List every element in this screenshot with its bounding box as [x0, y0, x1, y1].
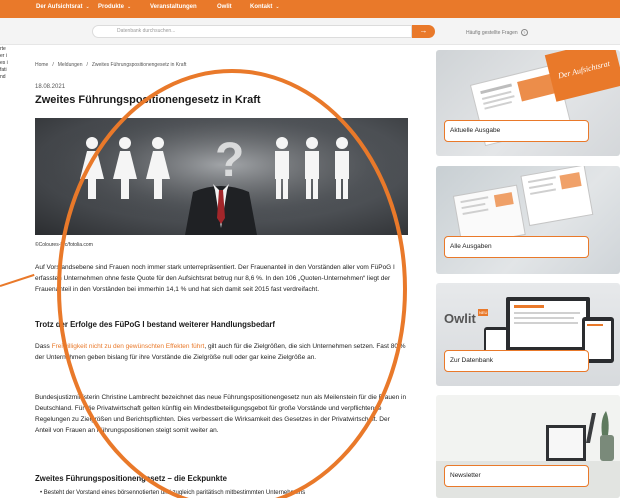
- new-badge: NEU: [479, 310, 488, 315]
- search-bar: Datenbank durchsuchen... → Häufig gestel…: [0, 18, 620, 45]
- fragment-text: er i: [0, 53, 7, 59]
- breadcrumb-meldungen[interactable]: Meldungen: [58, 62, 83, 68]
- breadcrumb-current: Zweites Führungspositionengesetz in Kraf…: [91, 62, 187, 68]
- annotation-pointer-line: [0, 273, 35, 287]
- card-label: Zur Datenbank: [444, 350, 589, 372]
- card-all-issues[interactable]: Alle Ausgaben: [436, 166, 620, 274]
- faq-link[interactable]: Häufig gestellte Fragen?: [466, 29, 528, 36]
- breadcrumb-separator: /: [86, 62, 88, 68]
- card-label: Alle Ausgaben: [444, 236, 589, 258]
- article-date: 18.08.2021: [35, 84, 66, 90]
- nav-item-der-aufsichtsrat[interactable]: Der Aufsichtsrat ⌄: [36, 4, 90, 10]
- fragment-text: fati: [0, 67, 7, 73]
- chevron-down-icon: ⌄: [275, 4, 280, 10]
- search-input[interactable]: Datenbank durchsuchen...: [92, 25, 412, 38]
- fragment-text: nd: [0, 74, 6, 80]
- question-circle-icon: ?: [520, 29, 528, 36]
- top-navigation: Der Aufsichtsrat ⌄ Produkte ⌄ Veranstaltun…: [0, 0, 620, 18]
- card-database[interactable]: Owlit NEU Zur Datenbank: [436, 283, 620, 386]
- chevron-down-icon: ⌄: [127, 4, 132, 10]
- nav-item-veranstaltungen[interactable]: Veranstaltungen: [150, 4, 197, 10]
- left-column-fragment: rte er i es i fati nd: [0, 46, 14, 81]
- nav-item-produkte[interactable]: Produkte ⌄: [98, 4, 131, 10]
- chevron-down-icon: ⌄: [85, 4, 90, 10]
- card-current-issue[interactable]: Der Aufsichtsrat Aktuelle Ausgabe: [436, 50, 620, 156]
- fragment-text: es i: [0, 60, 8, 66]
- fragment-text: rte: [0, 46, 6, 52]
- search-submit-button[interactable]: →: [412, 25, 435, 38]
- breadcrumb-separator: /: [52, 62, 54, 68]
- card-label: Aktuelle Ausgabe: [444, 120, 589, 142]
- nav-item-owlit[interactable]: Owlit: [217, 4, 232, 10]
- arrow-right-icon: →: [419, 26, 428, 35]
- card-label: Newsletter: [444, 465, 589, 487]
- annotation-circle: [57, 69, 407, 498]
- owlit-logo: Owlit: [444, 311, 476, 326]
- breadcrumb-home[interactable]: Home: [35, 62, 48, 68]
- breadcrumb: Home / Meldungen / Zweites Führungspositione…: [35, 62, 186, 68]
- nav-item-kontakt[interactable]: Kontakt ⌄: [250, 4, 280, 10]
- card-newsletter[interactable]: Newsletter: [436, 395, 620, 498]
